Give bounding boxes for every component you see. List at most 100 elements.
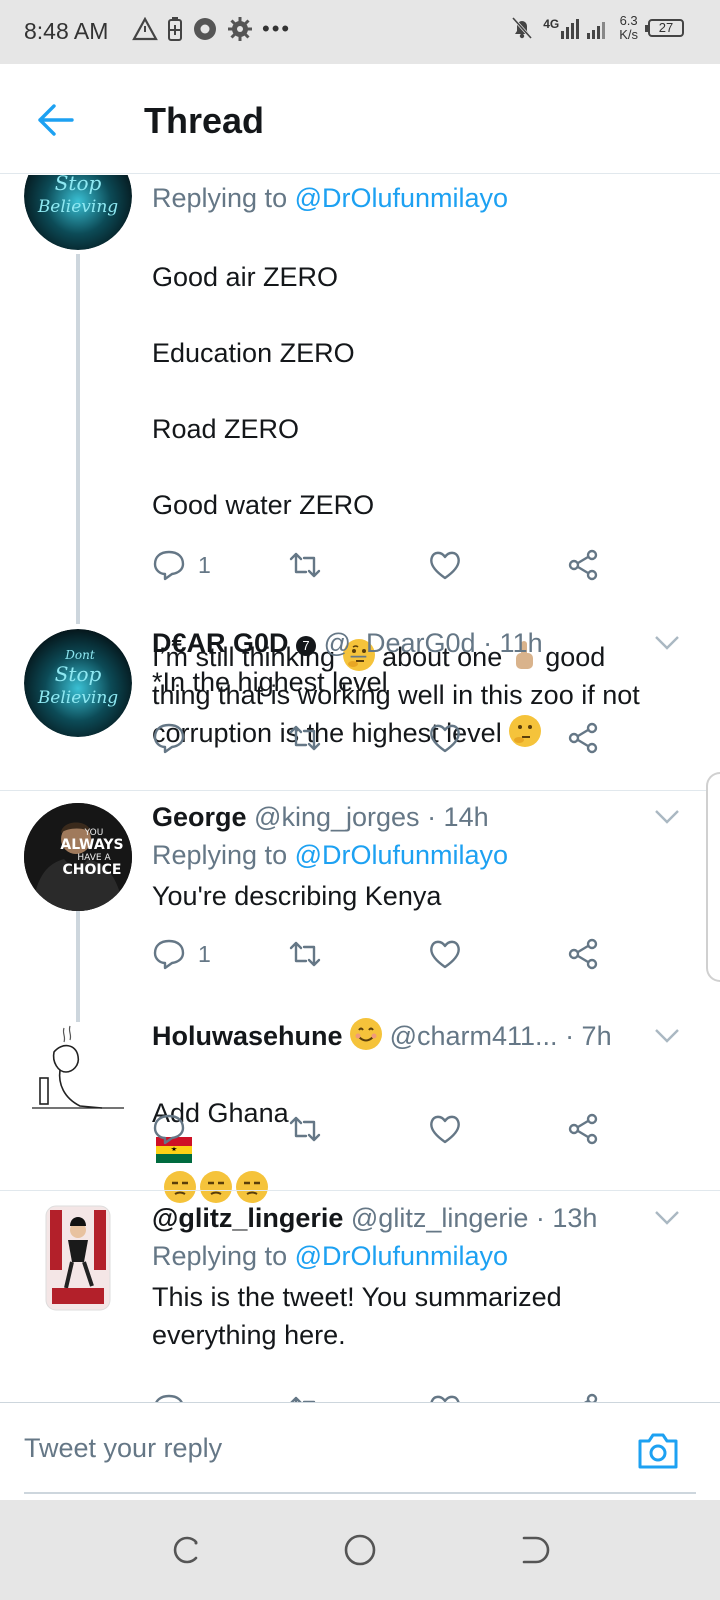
- mention-link[interactable]: @DrOlufunmilayo: [295, 1241, 508, 1271]
- tweet[interactable]: Holuwasehune @charm411... · 7h Add Ghana: [0, 1018, 720, 1203]
- back-arrow-icon[interactable]: [36, 100, 76, 140]
- share-button[interactable]: [566, 1392, 600, 1402]
- tweet[interactable]: YOU ALWAYS HAVE A CHOICE George @king_jo…: [0, 799, 720, 1049]
- like-button[interactable]: [428, 1392, 462, 1402]
- reply-button[interactable]: [152, 721, 186, 755]
- tweet-header: George @king_jorges · 14h: [152, 799, 660, 835]
- avatar-logo-text: Dont: [64, 648, 95, 662]
- retweet-button[interactable]: [288, 548, 322, 582]
- edge-panel-handle[interactable]: [706, 772, 720, 982]
- battery-icon: 27: [645, 19, 684, 37]
- home-icon[interactable]: [342, 1532, 378, 1568]
- retweet-button[interactable]: [288, 937, 322, 971]
- chevron-down-icon[interactable]: [654, 635, 680, 651]
- badge-icon: 7: [296, 636, 317, 656]
- like-button[interactable]: [428, 1112, 462, 1146]
- retweet-icon: [289, 1116, 321, 1142]
- retweet-icon: [289, 941, 321, 967]
- reply-count: 1: [198, 940, 211, 967]
- like-button[interactable]: [428, 721, 462, 755]
- tweet-body: @glitz_lingerie @glitz_lingerie · 13h Re…: [152, 1200, 660, 1354]
- chevron-down-icon[interactable]: [654, 1028, 680, 1044]
- retweet-button[interactable]: [288, 1392, 322, 1402]
- reply-composer: Tweet your reply: [0, 1402, 720, 1500]
- mention-link[interactable]: @DrOlufunmilayo: [295, 183, 508, 213]
- reply-button[interactable]: [152, 1392, 186, 1402]
- reply-icon: [153, 1114, 185, 1145]
- avatar[interactable]: [24, 1022, 132, 1130]
- recent-apps-icon[interactable]: [168, 1532, 204, 1568]
- tweet-actions: [152, 1112, 612, 1148]
- chevron-down-icon[interactable]: [654, 1210, 680, 1226]
- share-icon: [568, 1113, 598, 1145]
- battery-saver-icon: [168, 17, 182, 41]
- system-nav-bar: [0, 1500, 720, 1600]
- avatar[interactable]: Stop Believing: [24, 175, 132, 250]
- display-name[interactable]: @glitz_lingerie: [152, 1203, 343, 1233]
- avatar[interactable]: [24, 1204, 132, 1312]
- reply-icon: [153, 723, 185, 754]
- chevron-down-icon[interactable]: [654, 809, 680, 825]
- user-handle[interactable]: @king_jorges: [254, 802, 420, 832]
- user-handle[interactable]: @_DearG0d: [324, 628, 476, 658]
- warning-icon: [132, 17, 158, 41]
- avatar[interactable]: YOU ALWAYS HAVE A CHOICE: [24, 803, 132, 911]
- tweet[interactable]: @glitz_lingerie @glitz_lingerie · 13h Re…: [0, 1190, 720, 1402]
- smiling-face-emoji: [350, 1018, 383, 1050]
- input-underline: [24, 1492, 696, 1494]
- retweet-button[interactable]: [288, 721, 322, 755]
- reply-count: 1: [198, 551, 211, 578]
- heart-icon: [430, 1395, 460, 1402]
- divider: [0, 790, 720, 791]
- tweet[interactable]: Stop Believing Replying to @DrOlufunmila…: [0, 175, 720, 748]
- like-button[interactable]: [428, 937, 462, 971]
- page-title: Thread: [144, 100, 265, 141]
- heart-icon: [430, 551, 460, 580]
- user-handle[interactable]: @glitz_lingerie: [351, 1203, 529, 1233]
- network-indicator: 4G: [543, 17, 609, 39]
- thread-feed[interactable]: Stop Believing Replying to @DrOlufunmila…: [0, 175, 720, 1402]
- share-button[interactable]: [566, 1112, 600, 1146]
- mention-link[interactable]: @DrOlufunmilayo: [295, 840, 508, 870]
- display-name[interactable]: George: [152, 802, 247, 832]
- tweet-body: D€AR G0D 7 @_DearG0d · 11h *In the highe…: [152, 625, 660, 701]
- like-button[interactable]: [428, 548, 462, 582]
- display-name[interactable]: Holuwasehune: [152, 1021, 343, 1051]
- retweet-icon: [290, 1396, 316, 1402]
- timestamp: · 11h: [483, 628, 543, 658]
- timestamp: · 14h: [427, 802, 489, 832]
- display-name[interactable]: D€AR G0D: [152, 628, 289, 658]
- system-icons: 4G 6.3 K/s 27: [511, 14, 684, 42]
- avatar[interactable]: Dont Stop Believing: [24, 629, 132, 737]
- reply-button[interactable]: 1: [152, 548, 211, 582]
- share-icon: [568, 938, 598, 970]
- camera-icon[interactable]: [636, 1431, 680, 1471]
- timestamp: · 13h: [535, 1203, 598, 1233]
- network-label: 4G: [543, 17, 560, 31]
- reply-input[interactable]: Tweet your reply: [24, 1433, 222, 1464]
- notification-icons: •••: [132, 16, 291, 42]
- avatar-logo-text: Believing: [37, 197, 118, 217]
- avatar-text: CHOICE: [63, 862, 122, 878]
- reply-icon: [153, 550, 185, 581]
- back-nav-icon[interactable]: [516, 1532, 552, 1568]
- reply-button[interactable]: [152, 1112, 186, 1146]
- retweet-button[interactable]: [288, 1112, 322, 1146]
- tweet[interactable]: Dont Stop Believing D€AR G0D 7 @_DearG0d…: [0, 625, 720, 775]
- share-button[interactable]: [566, 937, 600, 971]
- share-icon: [568, 722, 598, 754]
- avatar-logo-text: Stop: [55, 662, 102, 686]
- tweet-text: You're describing Kenya: [152, 881, 442, 911]
- heart-icon: [430, 724, 460, 753]
- share-button[interactable]: [566, 721, 600, 755]
- retweet-icon: [289, 552, 321, 578]
- tweet-actions: 1: [152, 937, 612, 973]
- reply-button[interactable]: 1: [152, 937, 211, 971]
- network-speed: 6.3 K/s: [619, 13, 638, 42]
- user-handle[interactable]: @charm411...: [390, 1021, 558, 1051]
- timestamp: · 7h: [565, 1021, 612, 1051]
- more-notifications-icon: •••: [262, 16, 292, 41]
- tweet-header: @glitz_lingerie @glitz_lingerie · 13h: [152, 1200, 660, 1236]
- share-button[interactable]: [566, 548, 600, 582]
- tweet-actions: [152, 721, 612, 757]
